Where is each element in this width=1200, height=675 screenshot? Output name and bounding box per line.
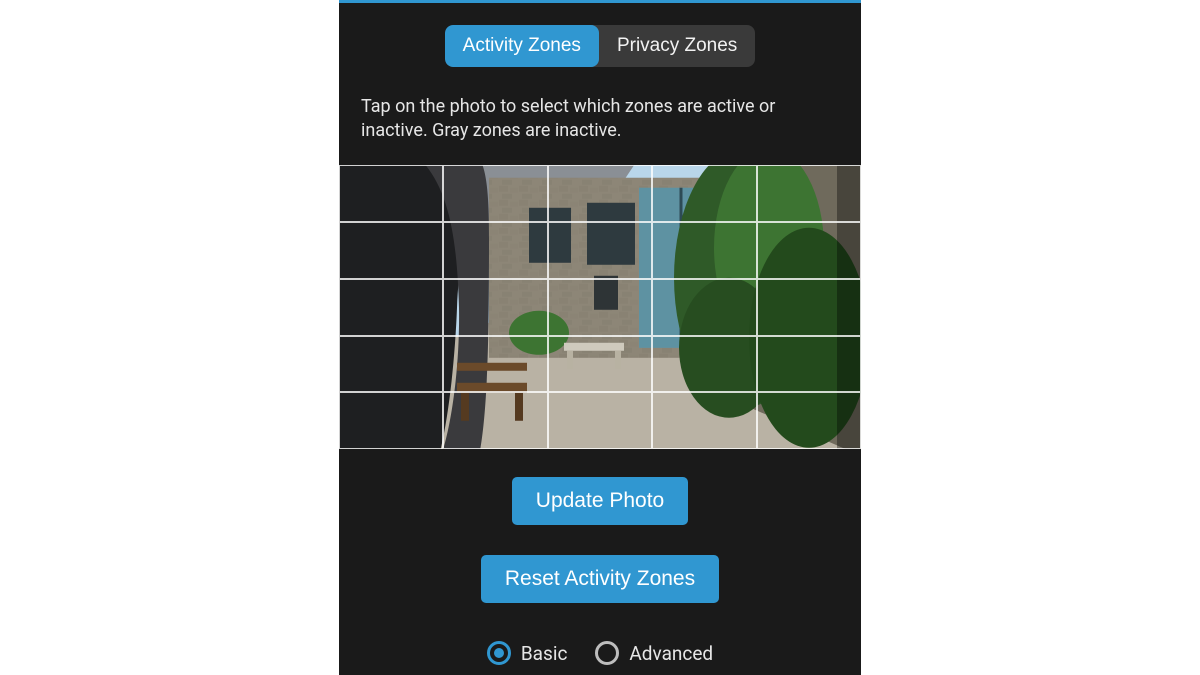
radio-selected-icon: [487, 641, 511, 665]
radio-basic[interactable]: Basic: [487, 641, 568, 665]
radio-advanced[interactable]: Advanced: [595, 641, 713, 665]
radio-unselected-icon: [595, 641, 619, 665]
tabs-row: Activity Zones Privacy Zones: [339, 3, 861, 85]
tab-privacy-zones[interactable]: Privacy Zones: [599, 25, 755, 67]
instructions-text: Tap on the photo to select which zones a…: [339, 85, 861, 166]
tab-activity-zones[interactable]: Activity Zones: [445, 25, 599, 67]
app-panel: Activity Zones Privacy Zones Tap on the …: [339, 0, 861, 675]
segmented-control: Activity Zones Privacy Zones: [445, 25, 756, 67]
radio-advanced-label: Advanced: [629, 642, 713, 665]
update-photo-button[interactable]: Update Photo: [512, 477, 688, 525]
camera-photo[interactable]: [339, 165, 861, 449]
mode-radio-group: Basic Advanced: [339, 623, 861, 675]
camera-photo-image: [339, 165, 861, 449]
buttons-area: Update Photo Reset Activity Zones: [339, 449, 861, 623]
radio-basic-label: Basic: [521, 642, 568, 665]
reset-activity-zones-button[interactable]: Reset Activity Zones: [481, 555, 719, 603]
